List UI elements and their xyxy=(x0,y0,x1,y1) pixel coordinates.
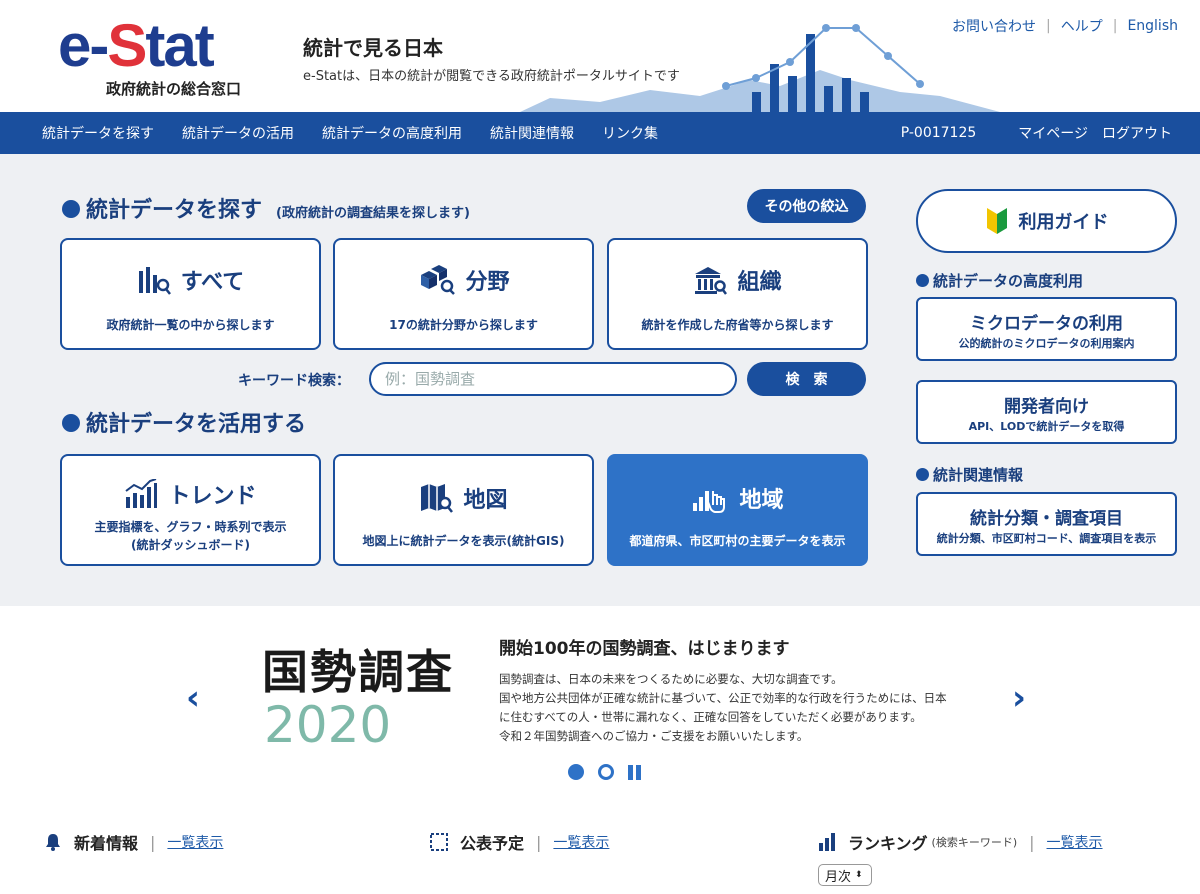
top-utility-links: お問い合わせ | ヘルプ | English xyxy=(952,16,1178,36)
bottom-sections: 新着情報 | 一覧表示 公表予定 | 一覧表示 ランキング (検索キーワード) … xyxy=(0,806,1200,894)
nav-item-use[interactable]: 統計データの活用 xyxy=(182,123,294,143)
estat-logo[interactable]: e-Stat 政府統計の総合窓口 xyxy=(58,10,268,100)
logo-wordmark: e-Stat xyxy=(58,12,215,79)
site-header: e-Stat 政府統計の総合窓口 統計で見る日本 e-Statは、日本の統計が閲… xyxy=(0,0,1200,112)
main-panel: 統計データを探す (政府統計の調査結果を探します) その他の絞込 すべて 政府統計… xyxy=(0,154,1200,606)
help-link[interactable]: ヘルプ xyxy=(1061,16,1103,36)
census-banner: ‹ 国勢調査 2020 開始100年の国勢調査、はじまります 国勢調査は、日本の… xyxy=(0,606,1200,806)
card-organization[interactable]: 組織 統計を作成した府省等から探します xyxy=(607,238,868,350)
map-search-icon xyxy=(421,484,454,513)
pause-icon[interactable] xyxy=(628,764,641,780)
schedule-icon xyxy=(430,833,448,851)
nav-item-search[interactable]: 統計データを探す xyxy=(42,123,154,143)
updown-icon: ⬍ xyxy=(855,870,863,880)
next-arrow-icon[interactable]: › xyxy=(1012,678,1026,718)
classification-card[interactable]: 統計分類・調査項目 統計分類、市区町村コード、調査項目を表示 xyxy=(916,492,1177,556)
card-all[interactable]: すべて 政府統計一覧の中から探します xyxy=(60,238,321,350)
ranking-section: ランキング (検索キーワード) | 一覧表示 xyxy=(818,830,1103,854)
news-section: 新着情報 | 一覧表示 xyxy=(44,830,223,854)
period-select[interactable]: 月次 ⬍ xyxy=(818,864,872,886)
related-info-title: 統計関連情報 xyxy=(916,464,1023,485)
search-section-subtitle: (政府統計の調査結果を探します) xyxy=(276,206,470,221)
region-chart-icon xyxy=(693,491,726,513)
developer-card[interactable]: 開発者向け API、LODで統計データを取得 xyxy=(916,380,1177,444)
building-search-icon xyxy=(695,267,728,295)
search-section-title: 統計データを探す (政府統計の調査結果を探します) xyxy=(62,192,470,224)
carousel-indicators xyxy=(568,764,641,780)
tagline-title: 統計で見る日本 xyxy=(303,36,443,60)
logout-link[interactable]: ログアウト xyxy=(1102,123,1172,143)
ranking-bar-icon xyxy=(819,833,835,851)
advanced-use-title: 統計データの高度利用 xyxy=(916,270,1083,291)
bar-chart-search-icon xyxy=(138,267,171,295)
microdata-card[interactable]: ミクロデータの利用 公的統計のミクロデータの利用案内 xyxy=(916,297,1177,361)
banner-title: 開始100年の国勢調査、はじまります xyxy=(499,639,790,659)
census-2020-logo[interactable]: 国勢調査 2020 xyxy=(262,646,462,754)
schedule-list-link[interactable]: 一覧表示 xyxy=(553,832,609,852)
carousel-dot-2[interactable] xyxy=(598,764,614,780)
card-region[interactable]: 地域 都道府県、市区町村の主要データを表示 xyxy=(607,454,868,566)
keyword-search-label: キーワード検索： xyxy=(238,373,350,389)
prev-arrow-icon[interactable]: ‹ xyxy=(186,678,200,718)
user-id: P-0017125 xyxy=(900,125,977,141)
beginner-mark-icon xyxy=(986,208,1007,234)
main-nav: 統計データを探す 統計データの活用 統計データの高度利用 統計関連情報 リンク集… xyxy=(0,112,1200,154)
mypage-link[interactable]: マイページ xyxy=(1018,123,1088,143)
trend-chart-icon xyxy=(125,479,158,508)
card-field[interactable]: 分野 17の統計分野から探します xyxy=(333,238,594,350)
news-list-link[interactable]: 一覧表示 xyxy=(167,832,223,852)
logo-subtitle: 政府統計の総合窓口 xyxy=(106,80,242,98)
boxes-search-icon xyxy=(421,265,456,295)
nav-item-links[interactable]: リンク集 xyxy=(602,123,658,143)
use-section-title: 統計データを活用する xyxy=(62,406,306,438)
usage-guide-button[interactable]: 利用ガイド xyxy=(916,189,1177,253)
nav-item-related[interactable]: 統計関連情報 xyxy=(490,123,574,143)
ranking-list-link[interactable]: 一覧表示 xyxy=(1047,832,1103,852)
schedule-section: 公表予定 | 一覧表示 xyxy=(430,830,609,854)
search-button[interactable]: 検 索 xyxy=(747,362,866,396)
contact-link[interactable]: お問い合わせ xyxy=(952,16,1036,36)
banner-text: 国勢調査は、日本の未来をつくるために必要な、大切な調査です。 国や地方公共団体が… xyxy=(499,672,947,743)
carousel-dot-1[interactable] xyxy=(568,764,584,780)
card-map[interactable]: 地図 地図上に統計データを表示(統計GIS) xyxy=(333,454,594,566)
english-link[interactable]: English xyxy=(1127,18,1178,34)
card-trend[interactable]: トレンド 主要指標を、グラフ・時系列で表示 (統計ダッシュボード) xyxy=(60,454,321,566)
other-filter-button[interactable]: その他の絞込 xyxy=(747,189,866,223)
bell-icon xyxy=(46,834,60,851)
census-year-graphic: 2020 xyxy=(264,696,391,754)
keyword-search-input[interactable] xyxy=(369,362,737,396)
svg-text:2020: 2020 xyxy=(264,698,391,748)
mountain-chart-illustration xyxy=(520,24,1000,112)
nav-item-advanced[interactable]: 統計データの高度利用 xyxy=(322,123,462,143)
